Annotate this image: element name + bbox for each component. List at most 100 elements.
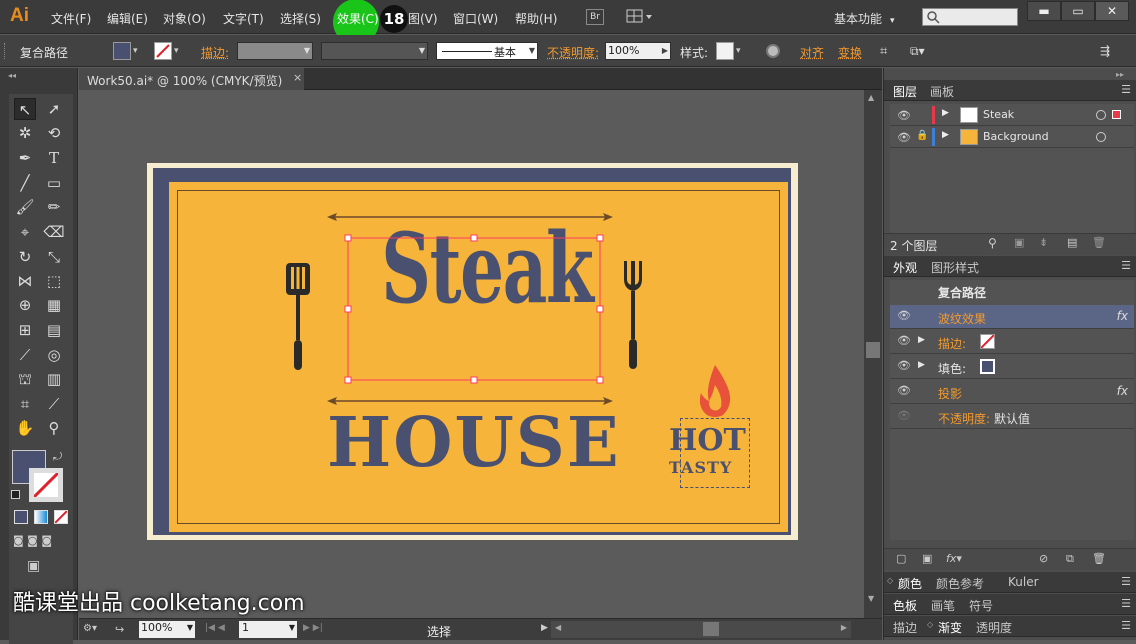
add-effect-icon[interactable]: fx▾ (946, 552, 962, 565)
h-scroll-thumb[interactable] (703, 622, 719, 636)
tab-swatches[interactable]: 色板 (893, 597, 917, 614)
expand-panels-icon[interactable]: ▸▸ (1116, 70, 1124, 79)
panel-menu-icon[interactable]: ☰ (1121, 597, 1131, 610)
scroll-down-icon[interactable]: ▼ (868, 594, 874, 603)
shape-builder-tool-icon[interactable]: ⊕ (14, 294, 36, 316)
zoom-tool-icon[interactable]: ⚲ (43, 417, 65, 439)
direct-selection-tool-icon[interactable]: ➚ (43, 98, 65, 120)
appearance-row-stroke[interactable]: 👁 ▶ 描边: (890, 330, 1134, 354)
opacity-label[interactable]: 不透明度: (547, 44, 599, 61)
tab-graphic-styles[interactable]: 图形样式 (931, 259, 979, 276)
artboard-number-field[interactable]: 1 ▼ (239, 621, 297, 638)
pencil-tool-icon[interactable]: ✏ (43, 196, 65, 218)
badge-hot-text[interactable]: HOT (669, 423, 746, 458)
help-search-input[interactable] (922, 8, 1018, 26)
add-stroke-icon[interactable]: ▢ (896, 552, 906, 565)
layer-row-background[interactable]: 👁 🔒 ▶ Background (890, 127, 1134, 148)
scale-tool-icon[interactable]: ⤡ (43, 246, 65, 268)
badge-tasty-text[interactable]: TASTY (669, 458, 732, 477)
collapse-toggle-icon[interactable]: ◇ (887, 576, 893, 585)
add-fill-icon[interactable]: ▣ (922, 552, 932, 565)
expand-triangle-icon[interactable]: ▶ (918, 360, 925, 370)
status-menu-arrow[interactable]: ▶ (541, 623, 548, 633)
target-circle-icon[interactable] (1096, 132, 1106, 142)
vertical-scrollbar[interactable]: ▲ ▼ (864, 90, 882, 618)
scroll-thumb[interactable] (866, 342, 880, 358)
eraser-tool-icon[interactable]: ⌫ (43, 221, 65, 243)
style-dropdown-arrow[interactable]: ▾ (736, 46, 741, 56)
fill-swatch[interactable] (113, 42, 131, 60)
collapse-toggle-icon[interactable]: ◇ (927, 620, 933, 629)
stroke-weight-field[interactable]: ▼ (237, 42, 313, 60)
first-artboard-icon[interactable]: |◀ ◀ (205, 623, 225, 633)
recolor-artwork-icon[interactable] (766, 44, 780, 58)
align-link[interactable]: 对齐 (800, 44, 824, 61)
none-mode-icon[interactable] (54, 510, 68, 524)
document-setup-icon[interactable]: ⚙▾ (83, 623, 97, 634)
isolate-icon[interactable]: ⌗ (880, 44, 887, 59)
scroll-right-icon[interactable]: ▶ (841, 623, 847, 632)
expand-triangle-icon[interactable]: ▶ (942, 108, 949, 118)
drawing-modes-icon[interactable]: ◙ ◙ ◙ (13, 534, 69, 550)
artboard-tool-icon[interactable]: ⌗ (14, 393, 36, 415)
mesh-tool-icon[interactable]: ⊞ (14, 319, 36, 341)
color-mode-icon[interactable] (14, 510, 28, 524)
slice-tool-icon[interactable]: ⟋ (43, 393, 65, 415)
opacity-field[interactable]: 100% ▶ (605, 42, 671, 60)
tab-kuler[interactable]: Kuler (1008, 575, 1039, 589)
brush-style-dropdown[interactable]: 基本 ▼ (436, 42, 538, 60)
duplicate-item-icon[interactable]: ⧉ (1066, 552, 1074, 566)
graphic-style-swatch[interactable] (716, 42, 734, 60)
maximize-button[interactable]: ▭ (1061, 1, 1095, 21)
eyedropper-tool-icon[interactable]: ⟋ (14, 344, 36, 366)
visibility-eye-icon[interactable]: 👁 (897, 109, 911, 122)
tab-color-guide[interactable]: 颜色参考 (936, 575, 984, 592)
visibility-eye-icon[interactable]: 👁 (897, 409, 911, 422)
menu-effect[interactable]: 效果(C) (337, 10, 379, 27)
appearance-row-ripple-effect[interactable]: 👁 波纹效果 fx (890, 305, 1134, 329)
visibility-eye-icon[interactable]: 👁 (897, 384, 911, 397)
layer-row-steak[interactable]: 👁 ▶ Steak (890, 105, 1134, 126)
menu-edit[interactable]: 编辑(E) (107, 10, 148, 27)
delete-item-icon[interactable]: 🗑 (1092, 552, 1106, 565)
arrange-options-icon[interactable]: ⧉▾ (910, 44, 925, 59)
tab-symbols[interactable]: 符号 (969, 597, 993, 614)
zoom-field[interactable]: 100% ▼ (139, 621, 195, 638)
selection-tool-icon[interactable]: ↖ (14, 98, 36, 120)
grip-handle[interactable] (4, 43, 8, 59)
lasso-tool-icon[interactable]: ⟲ (43, 122, 65, 144)
tab-color[interactable]: 颜色 (898, 575, 922, 592)
appearance-row-label[interactable]: 描边: (938, 335, 966, 352)
tab-stroke[interactable]: 描边 (893, 619, 917, 636)
menu-help[interactable]: 帮助(H) (515, 10, 557, 27)
gradient-tool-icon[interactable]: ▤ (43, 319, 65, 341)
type-tool-icon[interactable]: T (43, 147, 65, 169)
magic-wand-tool-icon[interactable]: ✲ (14, 122, 36, 144)
width-tool-icon[interactable]: ⋈ (14, 270, 36, 292)
rotate-tool-icon[interactable]: ↻ (14, 246, 36, 268)
artboard[interactable]: Steak HOUSE HOT TASTY (147, 163, 798, 540)
horizontal-scrollbar[interactable]: ◀ ▶ (551, 621, 851, 638)
stroke-none-swatch[interactable] (980, 334, 995, 349)
transform-link[interactable]: 变换 (838, 44, 862, 61)
tab-brushes[interactable]: 画笔 (931, 597, 955, 614)
default-colors-icon[interactable] (11, 490, 20, 499)
fx-icon[interactable]: fx (1117, 309, 1128, 323)
workspace-switcher[interactable]: 基本功能 ▾ (834, 10, 895, 27)
appearance-row-label[interactable]: 不透明度: (938, 410, 990, 427)
bridge-button[interactable]: Br (586, 9, 604, 25)
appearance-row-label[interactable]: 波纹效果 (938, 310, 986, 327)
expand-triangle-icon[interactable]: ▶ (942, 130, 949, 140)
fill-dropdown-arrow[interactable]: ▾ (133, 46, 138, 56)
gradient-mode-icon[interactable] (34, 510, 48, 524)
tab-gradient[interactable]: 渐变 (938, 619, 962, 636)
paintbrush-tool-icon[interactable]: 🖌 (14, 196, 36, 218)
tab-artboards[interactable]: 画板 (930, 83, 954, 100)
pen-tool-icon[interactable]: ✒ (14, 147, 36, 169)
collapse-panel-icon[interactable]: ◂◂ (8, 71, 16, 80)
rectangle-tool-icon[interactable]: ▭ (43, 172, 65, 194)
free-transform-tool-icon[interactable]: ⬚ (43, 270, 65, 292)
stroke-dropdown-arrow[interactable]: ▾ (174, 46, 179, 56)
appearance-row-drop-shadow[interactable]: 👁 投影 fx (890, 380, 1134, 404)
menu-window[interactable]: 窗口(W) (453, 10, 498, 27)
